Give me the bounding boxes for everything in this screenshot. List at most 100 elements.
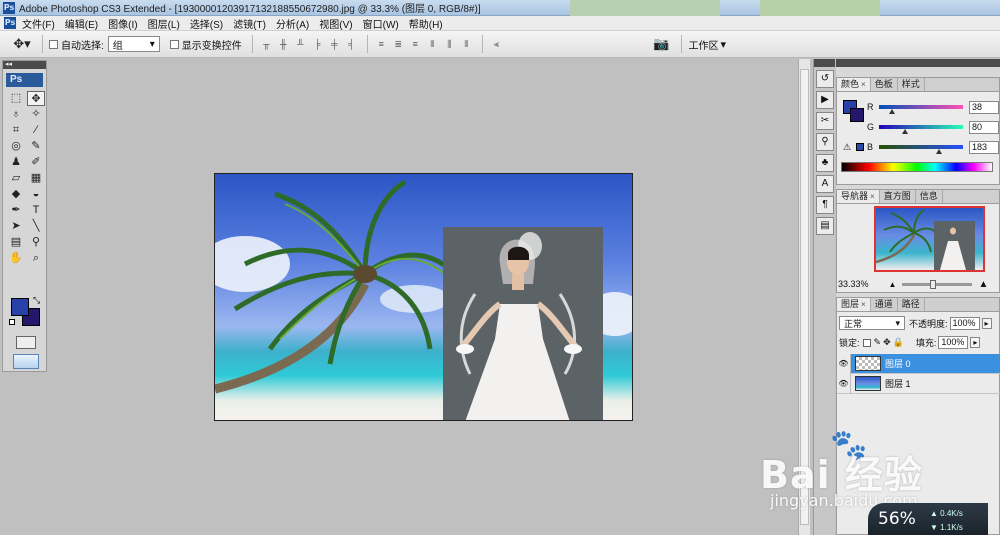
menu-layer[interactable]: 图层(L) xyxy=(148,16,180,31)
actions-icon[interactable]: ▶ xyxy=(816,91,834,109)
camera-icon[interactable]: 📷 xyxy=(647,34,675,54)
tab-info[interactable]: 信息 xyxy=(916,190,943,203)
warning-icon[interactable]: ⚠ xyxy=(843,142,851,153)
align-hcenter-icon[interactable]: ╪ xyxy=(327,37,342,51)
layer-0-thumbnail[interactable] xyxy=(855,356,881,371)
gradient-icon[interactable]: ▦ xyxy=(27,171,45,186)
stamp-icon[interactable]: ♟ xyxy=(7,155,25,170)
menu-filter[interactable]: 滤镜(T) xyxy=(233,16,266,31)
pen-icon[interactable]: ✒ xyxy=(7,203,25,218)
move-tool-preset-icon[interactable]: ✥▾ xyxy=(8,34,36,54)
lock-all-icon[interactable]: 🔒 xyxy=(893,337,904,348)
auto-select-checkbox[interactable] xyxy=(49,39,58,49)
foreground-color-swatch[interactable] xyxy=(11,298,29,316)
green-value-field[interactable]: 80 xyxy=(969,120,999,134)
layer-1-name[interactable]: 图层 1 xyxy=(885,377,911,390)
menu-analysis[interactable]: 分析(A) xyxy=(276,16,309,31)
align-right-icon[interactable]: ╡ xyxy=(344,37,359,51)
lock-transparent-icon[interactable] xyxy=(862,338,871,347)
dodge-icon[interactable]: ◒ xyxy=(27,187,45,202)
navigator-zoom-value[interactable]: 33.33% xyxy=(838,279,869,289)
layer-0-name[interactable]: 图层 0 xyxy=(885,357,911,370)
document-canvas[interactable] xyxy=(214,173,633,421)
distribute-right-icon[interactable]: ⦀ xyxy=(459,37,474,51)
marquee-icon[interactable]: ⬚ xyxy=(7,91,25,106)
eyedropper-icon[interactable]: ⚲ xyxy=(27,235,45,250)
default-colors-icon[interactable] xyxy=(9,319,15,325)
brush-icon[interactable]: ✎ xyxy=(27,139,45,154)
paragraph-icon[interactable]: ¶ xyxy=(816,196,834,214)
gamut-swatch[interactable] xyxy=(856,143,864,151)
brushes-icon[interactable]: ⚲ xyxy=(816,133,834,151)
move-icon[interactable]: ✥ xyxy=(27,91,45,106)
distribute-bottom-icon[interactable]: ≡ xyxy=(408,37,423,51)
eraser-icon[interactable]: ▱ xyxy=(7,171,25,186)
tool-presets-icon[interactable]: ✂ xyxy=(816,112,834,130)
panels-grip[interactable] xyxy=(836,59,1000,67)
notes-icon[interactable]: ▤ xyxy=(7,235,25,250)
red-slider-knob[interactable] xyxy=(888,109,895,114)
green-slider-knob[interactable] xyxy=(902,129,909,134)
navigator-thumbnail[interactable] xyxy=(874,206,985,272)
layer-comps-icon[interactable]: ▤ xyxy=(816,217,834,235)
type-icon[interactable]: T xyxy=(27,203,45,218)
menu-help[interactable]: 帮助(H) xyxy=(409,16,443,31)
red-value-field[interactable]: 38 xyxy=(969,100,999,114)
tab-paths[interactable]: 路径 xyxy=(898,298,925,311)
eye-icon[interactable]: 👁 xyxy=(837,373,851,394)
distribute-left-icon[interactable]: ⦀ xyxy=(425,37,440,51)
dock-grip[interactable] xyxy=(814,59,835,67)
zoom-icon[interactable]: ⌕ xyxy=(27,251,45,266)
history-icon[interactable]: ↺ xyxy=(816,70,834,88)
menu-file[interactable]: 文件(F) xyxy=(22,16,55,31)
blue-value-field[interactable]: 183 xyxy=(969,140,999,154)
distribute-hcenter-icon[interactable]: ⫼ xyxy=(442,37,457,51)
fill-field[interactable]: 100% xyxy=(938,336,969,349)
quick-mask-icon[interactable] xyxy=(16,336,36,349)
opacity-field[interactable]: 100% xyxy=(949,316,980,330)
lasso-icon[interactable]: ♁ xyxy=(7,107,25,122)
clone-source-icon[interactable]: ♣ xyxy=(816,154,834,172)
slice-icon[interactable]: ⁄ xyxy=(27,123,45,138)
tab-histogram[interactable]: 直方图 xyxy=(880,190,916,203)
magic-wand-icon[interactable]: ✧ xyxy=(27,107,45,122)
fill-arrow-icon[interactable]: ▸ xyxy=(970,337,981,348)
toolbox-grip[interactable]: ◂◂ xyxy=(3,61,46,69)
screen-mode-icon[interactable] xyxy=(13,354,39,369)
lock-pixels-icon[interactable]: ✎ xyxy=(874,337,882,348)
workspace-label[interactable]: 工作区 xyxy=(688,37,718,52)
show-transform-checkbox[interactable] xyxy=(169,39,179,49)
lock-position-icon[interactable]: ✥ xyxy=(883,337,891,348)
opacity-arrow-icon[interactable]: ▸ xyxy=(981,317,992,329)
spot-heal-icon[interactable]: ◎ xyxy=(7,139,25,154)
distribute-vcenter-icon[interactable]: ≣ xyxy=(391,37,406,51)
menu-select[interactable]: 选择(S) xyxy=(190,16,223,31)
tab-styles[interactable]: 样式 xyxy=(898,78,925,91)
character-icon[interactable]: A xyxy=(816,175,834,193)
blend-mode-dropdown[interactable]: 正常 ▾ xyxy=(839,316,905,330)
tab-swatches[interactable]: 色板 xyxy=(871,78,898,91)
color-spectrum-bar[interactable] xyxy=(841,162,993,172)
navigator-zoom-slider[interactable] xyxy=(902,279,973,289)
menu-image[interactable]: 图像(I) xyxy=(108,16,137,31)
zoom-in-icon[interactable]: ▲ xyxy=(978,279,988,290)
red-slider[interactable] xyxy=(879,105,963,114)
blue-slider[interactable] xyxy=(879,145,963,154)
align-top-icon[interactable]: ╥ xyxy=(259,37,274,51)
tab-navigator[interactable]: 导航器 × xyxy=(837,190,880,203)
menu-view[interactable]: 视图(V) xyxy=(319,16,352,31)
align-left-icon[interactable]: ╞ xyxy=(310,37,325,51)
menu-window[interactable]: 窗口(W) xyxy=(363,16,399,31)
network-meter-widget[interactable]: 56% ▲ 0.4K/s ▼ 1.1K/s xyxy=(868,503,988,535)
blue-slider-knob[interactable] xyxy=(936,149,943,154)
ps-menu-icon[interactable]: Ps xyxy=(4,17,16,29)
layer-1-thumbnail[interactable] xyxy=(855,376,881,391)
eye-icon[interactable]: 👁 xyxy=(837,353,851,374)
tab-channels[interactable]: 通道 xyxy=(871,298,898,311)
layer-row-0[interactable]: 👁 图层 0 xyxy=(837,353,1000,374)
align-vcenter-icon[interactable]: ╫ xyxy=(276,37,291,51)
distribute-top-icon[interactable]: ≡ xyxy=(374,37,389,51)
path-select-icon[interactable]: ➤ xyxy=(7,219,25,234)
green-slider[interactable] xyxy=(879,125,963,134)
hand-icon[interactable]: ✋ xyxy=(7,251,25,266)
